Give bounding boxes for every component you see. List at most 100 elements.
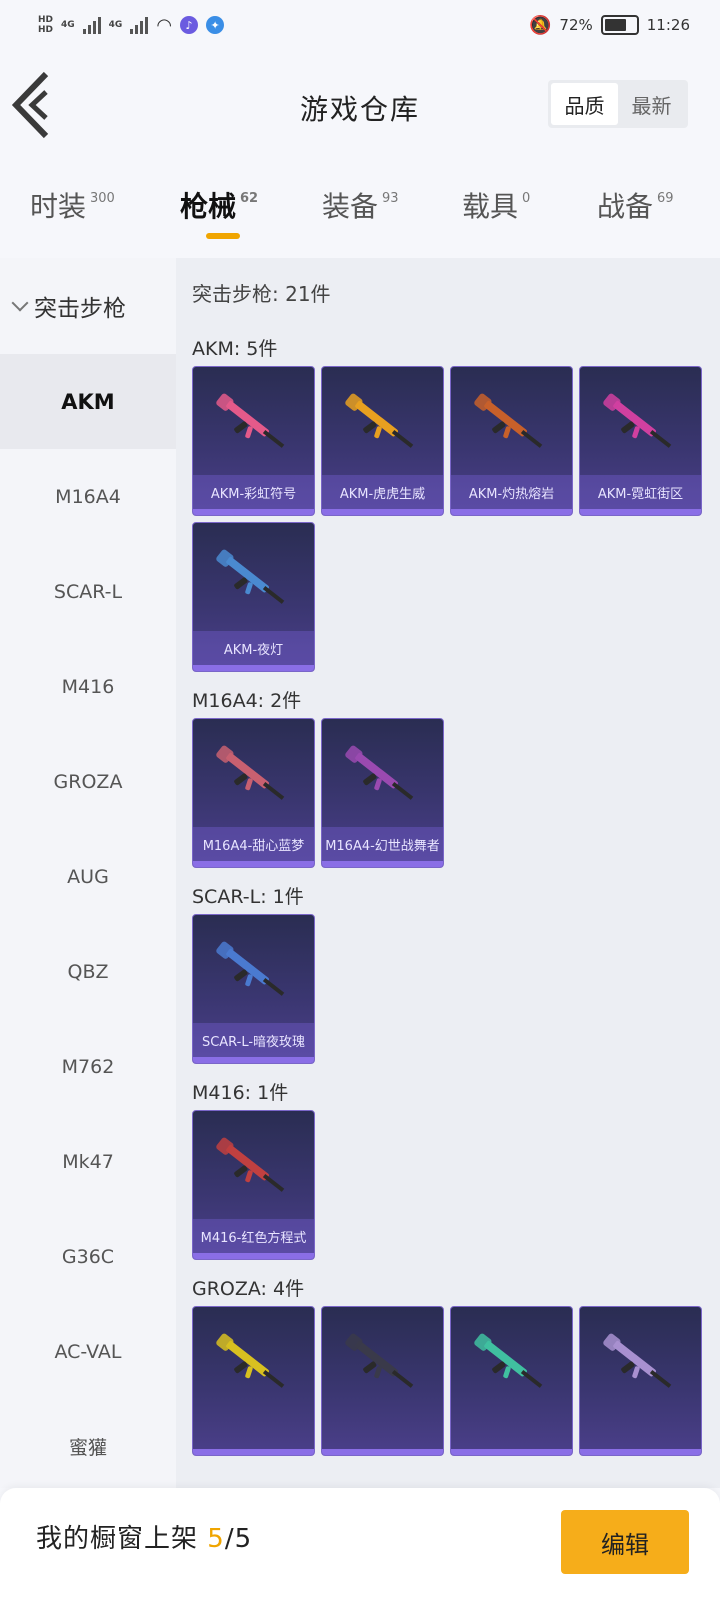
rarity-strip <box>193 861 314 867</box>
weapon-grid: M16A4-甜心蓝梦 M16A4-幻世战舞者 <box>192 718 720 868</box>
rifle-icon <box>474 1333 543 1388</box>
weapon-card[interactable]: M16A4-甜心蓝梦 <box>192 718 315 868</box>
weapon-name: M416-红色方程式 <box>193 1219 314 1253</box>
rifle-icon <box>216 1333 285 1388</box>
rarity-strip <box>193 1057 314 1063</box>
status-bar: HD HD 4G 4G ◠ ♪ ✦ 🔕 72% 11:26 <box>0 0 720 50</box>
tab-vehicles[interactable]: 载具 0 <box>462 185 530 225</box>
tab-supplies[interactable]: 战备 69 <box>597 185 674 225</box>
weapon-sidebar: 突击步枪 AKM M16A4 SCAR-L M416 GROZA AUG QBZ… <box>0 258 176 1488</box>
category-label: 突击步枪 <box>34 296 126 322</box>
weapon-groups: AKM: 5件 AKM-彩虹符号 AKM-虎虎生威 AKM-灼热熔岩 AKM-霓虹街区 A… <box>192 334 720 1456</box>
rarity-strip <box>322 509 443 515</box>
rifle-icon <box>603 393 672 448</box>
rarity-strip <box>193 665 314 671</box>
weapon-card[interactable]: AKM-彩虹符号 <box>192 366 315 516</box>
tab-weapons[interactable]: 枪械 62 <box>180 185 258 225</box>
showcase-total-count: /5 <box>224 1524 253 1554</box>
mute-bell-icon: 🔕 <box>529 14 552 36</box>
weapon-card[interactable]: AKM-灼热熔岩 <box>450 366 573 516</box>
showcase-status: 我的橱窗上架 5/5 <box>36 1518 252 1555</box>
category-tabs: 时装 300 枪械 62 装备 93 载具 0 战备 69 <box>0 185 720 250</box>
category-header[interactable]: 突击步枪 <box>0 258 176 354</box>
network-type-a: 4G <box>61 20 75 30</box>
rarity-strip <box>451 1449 572 1455</box>
weapon-grid <box>192 1306 720 1456</box>
weapon-card[interactable] <box>579 1306 702 1456</box>
sort-latest-button[interactable]: 最新 <box>618 83 685 125</box>
tab-count: 69 <box>657 191 674 206</box>
tab-count: 62 <box>240 191 259 206</box>
rarity-strip <box>580 509 701 515</box>
rifle-icon <box>345 745 414 800</box>
weapon-card[interactable] <box>321 1306 444 1456</box>
sidebar-item-groza[interactable]: GROZA <box>0 734 176 829</box>
sidebar-item-scar-l[interactable]: SCAR-L <box>0 544 176 639</box>
tab-count: 0 <box>522 191 531 206</box>
sidebar-item-g36c[interactable]: G36C <box>0 1209 176 1304</box>
tab-label: 载具 <box>462 190 519 223</box>
sidebar-item-aug[interactable]: AUG <box>0 829 176 924</box>
weapon-name: SCAR-L-暗夜玫瑰 <box>193 1023 314 1057</box>
weapon-card[interactable] <box>450 1306 573 1456</box>
showcase-label: 我的橱窗上架 <box>36 1524 199 1554</box>
weapon-name: AKM-彩虹符号 <box>193 475 314 509</box>
tab-equipment[interactable]: 装备 93 <box>322 185 399 225</box>
sort-quality-button[interactable]: 品质 <box>551 83 618 125</box>
rifle-icon <box>345 393 414 448</box>
rifle-icon <box>603 1333 672 1388</box>
sidebar-item-m416[interactable]: M416 <box>0 639 176 734</box>
music-app-icon: ♪ <box>180 16 199 34</box>
header: 游戏仓库 品质 最新 <box>0 58 720 158</box>
group-title: SCAR-L: 1件 <box>192 886 304 908</box>
rarity-strip <box>193 509 314 515</box>
weapon-grid: M416-红色方程式 <box>192 1110 720 1260</box>
battery-percent: 72% <box>559 16 593 34</box>
battery-icon <box>600 15 639 35</box>
weapon-grid: SCAR-L-暗夜玫瑰 <box>192 914 720 1064</box>
tab-count: 300 <box>90 191 115 206</box>
tab-label: 枪械 <box>180 190 237 223</box>
sidebar-item-akm[interactable]: AKM <box>0 354 176 449</box>
chevron-down-icon <box>11 294 29 312</box>
rarity-strip <box>580 1449 701 1455</box>
weapon-name: AKM-霓虹街区 <box>580 475 701 509</box>
weapon-card[interactable]: AKM-虎虎生威 <box>321 366 444 516</box>
rarity-strip <box>193 1253 314 1259</box>
edit-button[interactable]: 编辑 <box>561 1510 689 1574</box>
tab-label: 装备 <box>322 190 379 223</box>
group-title: AKM: 5件 <box>192 338 278 360</box>
sidebar-item-qbz[interactable]: QBZ <box>0 924 176 1019</box>
rarity-strip <box>193 1449 314 1455</box>
weapon-card[interactable]: M416-红色方程式 <box>192 1110 315 1260</box>
signal-icon: HD HD <box>38 15 54 35</box>
rifle-icon <box>216 549 285 604</box>
sidebar-item-honey-badger[interactable]: 蜜獾 <box>0 1399 176 1494</box>
weapon-card[interactable]: M16A4-幻世战舞者 <box>321 718 444 868</box>
weapon-list: 突击步枪: 21件 AKM: 5件 AKM-彩虹符号 AKM-虎虎生威 AKM-灼热熔… <box>176 258 720 1488</box>
showcase-current-count: 5 <box>207 1524 225 1554</box>
network-type-b: 4G <box>108 20 123 30</box>
weapon-card[interactable] <box>192 1306 315 1456</box>
sidebar-item-m762[interactable]: M762 <box>0 1019 176 1114</box>
weapon-name: AKM-灼热熔岩 <box>451 475 572 509</box>
weapon-grid: AKM-彩虹符号 AKM-虎虎生威 AKM-灼热熔岩 AKM-霓虹街区 AKM-夜灯 <box>192 366 720 672</box>
sort-toggle: 品质 最新 <box>548 80 688 128</box>
weapon-name: AKM-夜灯 <box>193 631 314 665</box>
rifle-icon <box>474 393 543 448</box>
tab-count: 93 <box>382 191 399 206</box>
weapon-name: M16A4-幻世战舞者 <box>322 827 443 861</box>
sidebar-item-ac-val[interactable]: AC-VAL <box>0 1304 176 1399</box>
weapon-card[interactable]: SCAR-L-暗夜玫瑰 <box>192 914 315 1064</box>
rifle-icon <box>216 745 285 800</box>
rarity-strip <box>451 509 572 515</box>
rifle-icon <box>345 1333 414 1388</box>
tab-fashion[interactable]: 时装 300 <box>30 185 115 225</box>
clock: 11:26 <box>646 16 690 34</box>
sidebar-item-m16a4[interactable]: M16A4 <box>0 449 176 544</box>
sidebar-item-mk47[interactable]: Mk47 <box>0 1114 176 1209</box>
weapon-name: M16A4-甜心蓝梦 <box>193 827 314 861</box>
weapon-name: AKM-虎虎生威 <box>322 475 443 509</box>
weapon-card[interactable]: AKM-霓虹街区 <box>579 366 702 516</box>
weapon-card[interactable]: AKM-夜灯 <box>192 522 315 672</box>
